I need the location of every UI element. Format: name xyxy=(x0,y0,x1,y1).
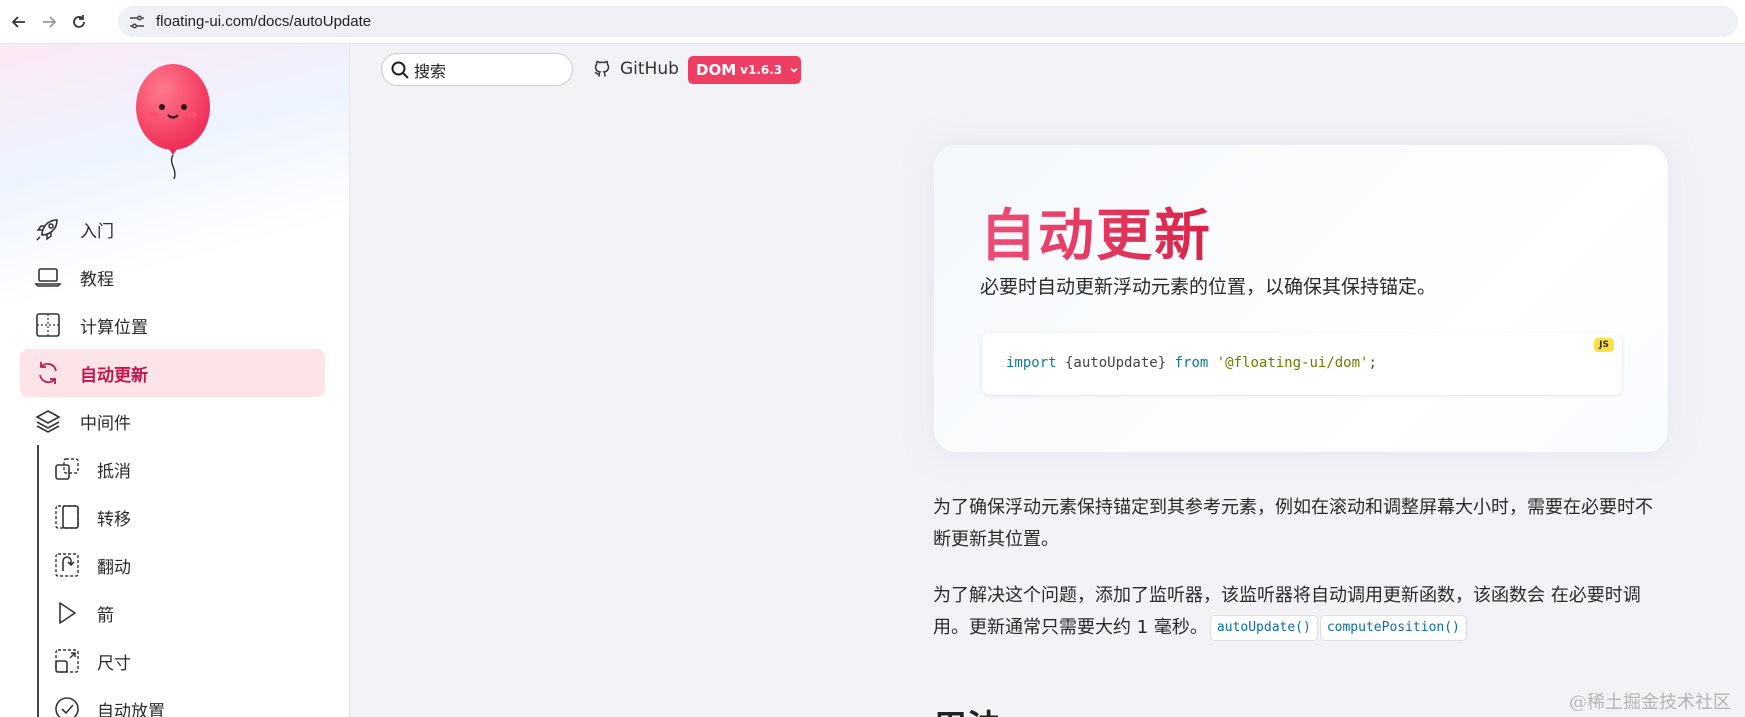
intro-paragraph: 为了确保浮动元素保持锚定到其参考元素，例如在滚动和调整屏幕大小时，需要在必要时不… xyxy=(933,497,1653,550)
watermark: @稀土掘金技术社区 xyxy=(1569,692,1731,713)
chevron-down-icon xyxy=(790,67,798,73)
flip-icon xyxy=(53,551,81,579)
page-title: 自动更新 xyxy=(980,191,1212,272)
refresh-icon xyxy=(34,359,62,387)
code-keyword-import: import xyxy=(1006,355,1057,371)
sidebar-item-tutorial[interactable]: 教程 xyxy=(20,253,325,301)
sidebar-item-label: 计算位置 xyxy=(80,317,148,338)
github-icon xyxy=(594,60,610,77)
search-input[interactable]: 搜索 xyxy=(381,53,573,86)
sidebar-item-label: 抵消 xyxy=(97,461,131,482)
balloon-logo[interactable] xyxy=(132,61,214,181)
github-link[interactable]: GitHub xyxy=(592,56,679,82)
inline-code-computeposition: computePosition() xyxy=(1319,615,1467,641)
sidebar-item-offset[interactable]: 抵消 xyxy=(39,445,325,493)
sidebar-item-auto-placement[interactable]: 自动放置 xyxy=(39,685,325,717)
arrow-left-icon xyxy=(11,15,25,28)
reload-button[interactable] xyxy=(68,11,90,33)
sidebar-item-label: 中间件 xyxy=(80,413,131,434)
shift-icon xyxy=(53,503,81,531)
code-keyword-from: from xyxy=(1174,355,1209,371)
sidebar-item-shift[interactable]: 转移 xyxy=(39,493,325,541)
sidebar: 入门 教程 计算位置 自动更新 中间件 抵消 转移 翻动 箭 尺寸 自动放置 xyxy=(0,45,350,717)
sidebar-item-getting-started[interactable]: 入门 xyxy=(20,205,325,253)
sidebar-item-arrow[interactable]: 箭 xyxy=(39,589,325,637)
sidebar-item-label: 箭 xyxy=(97,605,114,626)
rocket-icon xyxy=(34,215,62,243)
url-text: floating-ui.com/docs/autoUpdate xyxy=(156,13,372,30)
back-button[interactable] xyxy=(8,11,30,33)
laptop-icon xyxy=(34,263,62,291)
inline-code-autoupdate: autoUpdate() xyxy=(1209,615,1318,641)
sidebar-item-flip[interactable]: 翻动 xyxy=(39,541,325,589)
reload-icon xyxy=(73,14,85,28)
arrow-right-icon xyxy=(43,15,57,28)
sidebar-item-label: 转移 xyxy=(97,509,131,530)
sidebar-item-auto-update[interactable]: 自动更新 xyxy=(20,349,325,397)
sidebar-item-label: 教程 xyxy=(80,269,114,290)
version-dropdown[interactable]: DOM v1.6.3 xyxy=(688,56,801,84)
code-semicolon: ; xyxy=(1368,355,1377,371)
arrow-icon xyxy=(53,599,81,627)
search-placeholder: 搜索 xyxy=(414,61,447,81)
forward-button[interactable] xyxy=(38,11,60,33)
sidebar-item-label: 入门 xyxy=(80,221,114,242)
layers-icon xyxy=(34,407,62,435)
grid-position-icon xyxy=(34,311,62,339)
github-label: GitHub xyxy=(620,59,679,79)
sidebar-nav: 入门 教程 计算位置 自动更新 中间件 抵消 转移 翻动 箭 尺寸 自动放置 xyxy=(20,205,325,717)
version-label: DOM xyxy=(696,61,737,79)
sidebar-item-middleware[interactable]: 中间件 xyxy=(20,397,325,445)
sidebar-item-label: 尺寸 xyxy=(97,653,131,674)
usage-heading: 用法 xyxy=(933,700,1001,717)
version-number: v1.6.3 xyxy=(740,63,783,77)
sidebar-item-compute-position[interactable]: 计算位置 xyxy=(20,301,325,349)
page-subtitle: 必要时自动更新浮动元素的位置，以确保其保持锚定。 xyxy=(980,276,1437,298)
size-icon xyxy=(53,647,81,675)
offset-icon xyxy=(53,455,81,483)
solution-paragraph: 为了解决这个问题，添加了监听器，该监听器将自动调用更新函数，该函数会 在必要时调… xyxy=(933,580,1663,644)
browser-toolbar: floating-ui.com/docs/autoUpdate xyxy=(0,0,1745,44)
search-icon xyxy=(391,61,409,79)
hero-card: 自动更新 必要时自动更新浮动元素的位置，以确保其保持锚定。 JS import … xyxy=(934,145,1668,452)
js-language-badge: JS xyxy=(1594,338,1614,352)
sidebar-item-size[interactable]: 尺寸 xyxy=(39,637,325,685)
sidebar-item-label: 自动更新 xyxy=(80,365,148,386)
code-import-braces: {autoUpdate} xyxy=(1056,355,1175,371)
address-bar[interactable]: floating-ui.com/docs/autoUpdate xyxy=(118,6,1738,37)
code-module-string: '@floating-ui/dom' xyxy=(1216,355,1369,371)
import-code-block[interactable]: JS import {autoUpdate} from '@floating-u… xyxy=(982,333,1622,395)
sidebar-item-label: 翻动 xyxy=(97,557,131,578)
sidebar-item-label: 自动放置 xyxy=(97,701,165,717)
import-code: import {autoUpdate} from '@floating-ui/d… xyxy=(1006,355,1377,371)
middleware-subnav: 抵消 转移 翻动 箭 尺寸 自动放置 xyxy=(37,445,325,717)
auto-placement-icon xyxy=(53,695,81,717)
site-settings-icon[interactable] xyxy=(128,13,146,31)
